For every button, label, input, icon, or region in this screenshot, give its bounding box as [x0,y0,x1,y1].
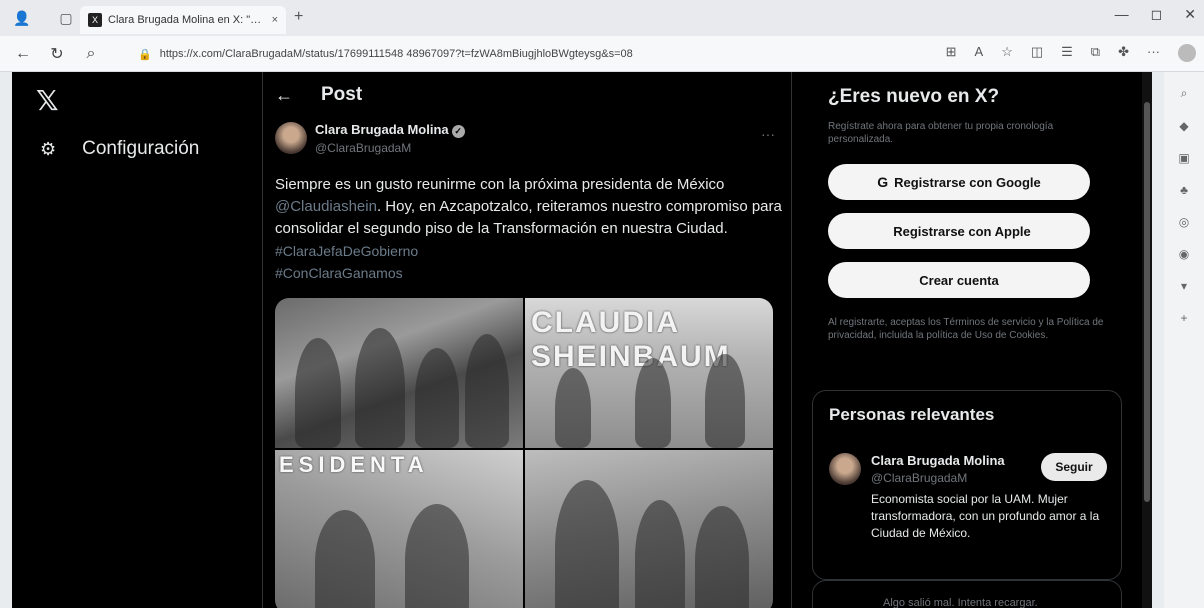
photo-3[interactable]: ESIDENTA [275,450,523,608]
window-controls: — ◻ ✕ [1115,6,1196,23]
avatar[interactable] [275,122,307,154]
photo-2[interactable]: CLAUDIA SHEINBAUM [525,298,773,448]
left-nav: 𝕏 ⚙ Configuración [12,72,262,608]
person-handle[interactable]: @ClaraBrugadaM [871,471,967,485]
photo-4[interactable] [525,450,773,608]
google-signup-button[interactable]: G Registrarse con Google [828,164,1090,200]
new-tab-button[interactable]: + [294,8,303,26]
back-arrow-icon[interactable]: ← [275,85,293,106]
photo-1[interactable] [275,298,523,448]
legal-text: Al registrarte, aceptas los Términos de … [828,317,1104,341]
profile-icon[interactable] [1178,44,1196,62]
x-page: 𝕏 ⚙ Configuración ← Post Clara Brugada M… [12,72,1152,608]
post-text-part-1: Siempre es un gusto reunirme con la próx… [275,176,725,193]
verified-icon: ✓ [451,125,465,138]
settings-label: Configuración [82,138,200,159]
tab-close-icon[interactable]: × [272,14,278,26]
hashtag-link-2[interactable]: #ConClaraGanamos [275,262,785,284]
post-text: Siempre es un gusto reunirme con la próx… [275,174,785,284]
photo-grid: CLAUDIA SHEINBAUM ESIDENTA [275,298,773,608]
scrollbar-thumb[interactable] [1144,102,1150,502]
x-favicon-icon: X [88,13,102,27]
collections-icon[interactable]: ⧉ [1091,44,1100,62]
relevant-people-card: Personas relevantes Clara Brugada Molina… [812,390,1122,580]
edge-sidebar: ⌕ ◆ ▣ ♣ ◎ ◉ ▾ + [1164,72,1204,608]
tab-title: Clara Brugada Molina en X: "Sie [108,14,266,26]
refresh-icon[interactable]: ↻ [46,44,68,64]
outlook-icon[interactable]: ◉ [1179,247,1189,261]
right-sidebar: ¿Eres nuevo en X? Regístrate ahora para … [792,72,1152,608]
mention-link[interactable]: @Claudiashein [275,198,377,215]
person-bio: Economista social por la UAM. Mujer tran… [871,492,1100,540]
lock-icon[interactable]: 🔒 [138,48,152,61]
tab-actions-icon[interactable]: ▢ [52,4,80,32]
close-window-button[interactable]: ✕ [1184,6,1196,23]
favorite-icon[interactable]: ☆ [1001,44,1013,62]
apple-signup-label: Registrarse con Apple [893,223,1031,239]
photo-3-banner: ESIDENTA [279,452,429,477]
favorites-icon[interactable]: ☰ [1061,44,1073,62]
url-field[interactable]: 🔒 https://x.com/ClaraBrugadaM/status/176… [138,44,633,64]
author-name: Clara Brugada Molina [315,122,449,137]
browser-toolbar: ⊞ A ☆ ◫ ☰ ⧉ ✤ ··· [946,44,1196,62]
browser-tab-bar: 👤 ▢ X Clara Brugada Molina en X: "Sie × … [0,0,1204,36]
more-icon[interactable]: ··· [1147,44,1160,62]
error-card: Algo salió mal. Intenta recargar. [812,580,1122,608]
back-icon[interactable]: ← [12,45,34,63]
extensions-icon[interactable]: ✤ [1118,44,1129,62]
gear-icon: ⚙ [40,138,57,159]
more-options-icon[interactable]: ··· [761,126,775,142]
browser-tab[interactable]: X Clara Brugada Molina en X: "Sie × [80,6,286,34]
address-bar-row: ← ↻ ⌕ 🔒 https://x.com/ClaraBrugadaM/stat… [0,36,1204,72]
google-icon: G [877,174,889,190]
url-text: https://x.com/ClaraBrugadaM/status/17699… [159,48,633,60]
reader-icon[interactable]: ⊞ [946,44,957,62]
signup-subtitle: Regístrate ahora para obtener tu propia … [828,121,1054,145]
restore-button[interactable]: ◻ [1151,6,1163,23]
post-header-title: Post [321,84,363,105]
create-account-button[interactable]: Crear cuenta [828,262,1090,298]
person-name[interactable]: Clara Brugada Molina [871,453,1005,468]
profile-switch-icon[interactable]: 👤 [8,4,36,32]
avatar[interactable] [829,453,861,485]
x-logo-icon[interactable]: 𝕏 [36,84,59,117]
search-sidebar-icon[interactable]: ⌕ [1181,86,1188,101]
author-name-row[interactable]: Clara Brugada Molina ✓ [315,122,465,138]
games-icon[interactable]: ♣ [1180,183,1188,197]
follow-button[interactable]: Seguir [1041,453,1107,481]
shopping-icon[interactable]: ◆ [1179,119,1188,133]
settings-link[interactable]: ⚙ Configuración [40,138,199,160]
add-sidebar-icon[interactable]: + [1180,311,1187,325]
post-author[interactable]: Clara Brugada Molina ✓ @ClaraBrugadaM [275,122,465,155]
error-text: Algo salió mal. Intenta recargar. [883,597,1038,608]
tools-icon[interactable]: ▣ [1178,151,1189,165]
office-icon[interactable]: ◎ [1179,215,1189,229]
page-scrollbar[interactable] [1142,72,1152,608]
apple-signup-button[interactable]: Registrarse con Apple [828,213,1090,249]
split-screen-icon[interactable]: ◫ [1031,44,1043,62]
search-icon[interactable]: ⌕ [80,45,102,63]
signup-title: ¿Eres nuevo en X? [828,86,1000,107]
create-account-label: Crear cuenta [919,272,999,288]
post-header: ← Post [275,84,362,106]
read-aloud-icon[interactable]: A [975,44,984,62]
author-handle[interactable]: @ClaraBrugadaM [315,141,465,155]
hashtag-link-1[interactable]: #ClaraJefaDeGobierno [275,240,785,262]
google-signup-label: Registrarse con Google [894,174,1041,190]
relevant-people-title: Personas relevantes [829,405,995,424]
drop-icon[interactable]: ▾ [1181,279,1187,293]
post-column: ← Post Clara Brugada Molina ✓ @ClaraBruga… [262,72,792,608]
minimize-button[interactable]: — [1115,6,1129,23]
